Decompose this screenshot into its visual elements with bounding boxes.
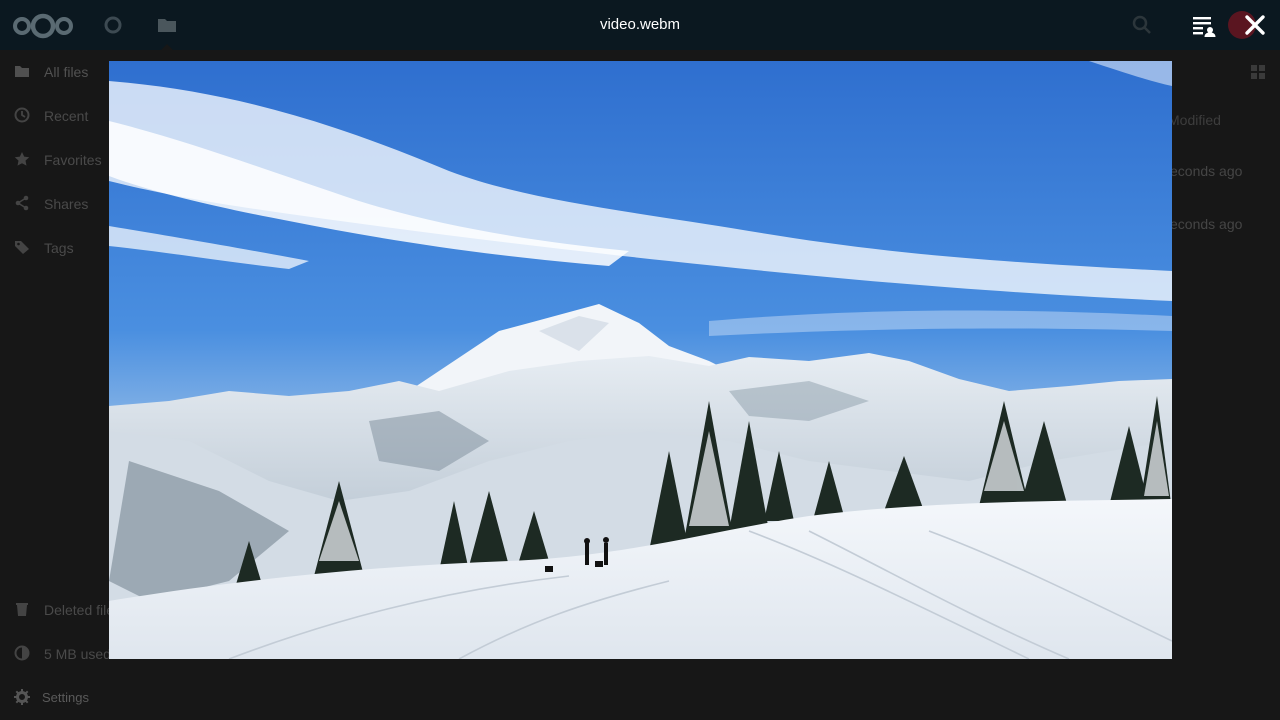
file-row-modified: seconds ago [1163,216,1243,232]
nav-item-label: Favorites [44,152,102,168]
share-icon [15,195,29,211]
nav-item-recent[interactable]: Recent [0,94,109,138]
folder-icon [15,66,29,77]
tag-icon [15,241,29,254]
nav-item-shares[interactable]: Shares [0,182,109,226]
viewer-file-title: video.webm [599,16,681,33]
nav-item-label: Settings [42,690,89,705]
trash-icon [16,603,28,616]
details-sidebar-icon[interactable] [1190,11,1218,39]
nav-item-deleted-files[interactable]: Deleted files [0,588,121,632]
nav-item-quota: 5 MB used [0,632,111,676]
column-header-modified[interactable]: Modified [1168,112,1268,128]
nav-item-settings[interactable]: Settings [0,676,109,720]
nav-item-label: Recent [44,108,89,124]
video-player[interactable] [109,61,1172,659]
nav-item-favorites[interactable]: Favorites [0,138,109,182]
star-icon [14,152,30,166]
nav-item-label: Shares [44,196,89,212]
video-frame [109,61,1172,659]
grid-view-icon[interactable] [1250,64,1266,80]
gear-icon [14,689,30,705]
nav-item-all-files[interactable]: All files [0,50,109,94]
nav-item-tags[interactable]: Tags [0,226,109,270]
file-row-modified: seconds ago [1163,163,1243,179]
close-icon[interactable] [1241,11,1269,39]
app-navigation: All files Recent Favorites Shares Tags D… [0,50,121,720]
viewer-header: video.webm [0,0,1280,50]
quota-icon [14,645,30,661]
nav-item-label: 5 MB used [44,646,111,662]
nav-item-label: Tags [44,240,74,256]
clock-icon [14,107,30,123]
nav-item-label: All files [44,64,89,80]
